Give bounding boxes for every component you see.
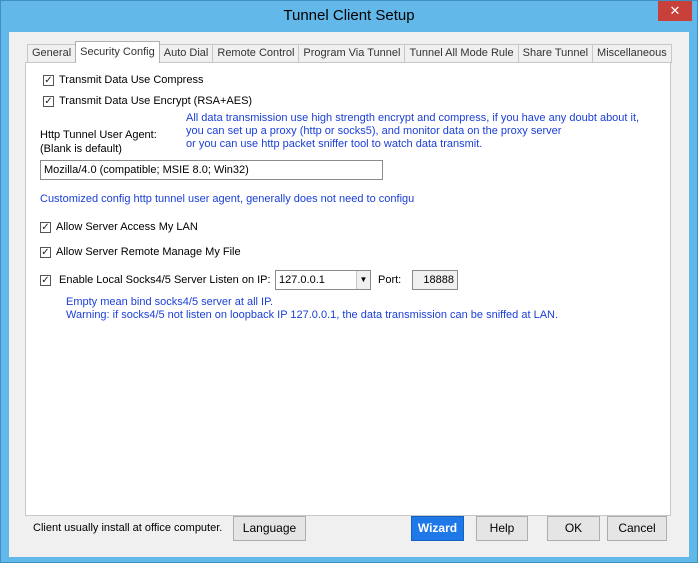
tab-general[interactable]: General	[27, 44, 77, 63]
close-button[interactable]: ✕	[658, 1, 692, 21]
tab-share-tunnel[interactable]: Share Tunnel	[517, 44, 594, 63]
tab-security-config[interactable]: Security Config	[75, 41, 160, 63]
port-label: Port:	[378, 274, 402, 286]
title-bar[interactable]: Tunnel Client Setup ✕	[1, 1, 697, 32]
help-button[interactable]: Help	[476, 516, 528, 541]
info-line-2: you can set up a proxy (http or socks5),…	[186, 125, 562, 137]
allow-manage-label: Allow Server Remote Manage My File	[56, 246, 241, 258]
tab-auto-dial[interactable]: Auto Dial	[158, 44, 214, 63]
info-line-1: All data transmission use high strength …	[186, 112, 640, 124]
ok-button[interactable]: OK	[547, 516, 600, 541]
security-config-panel: Transmit Data Use Compress Transmit Data…	[25, 62, 671, 516]
compress-checkbox[interactable]	[43, 75, 54, 86]
language-button[interactable]: Language	[233, 516, 306, 541]
tab-miscellaneous[interactable]: Miscellaneous	[592, 44, 672, 63]
agent-hint: Customized config http tunnel user agent…	[40, 193, 415, 205]
close-icon: ✕	[669, 3, 681, 18]
info-line-3: or you can use http packet sniffer tool …	[186, 138, 483, 150]
allow-lan-checkbox[interactable]	[40, 222, 51, 233]
cancel-button[interactable]: Cancel	[607, 516, 667, 541]
agent-label-line-2: (Blank is default)	[40, 143, 122, 155]
socks-checkbox[interactable]	[40, 275, 51, 286]
socks-label: Enable Local Socks4/5 Server Listen on I…	[59, 274, 271, 286]
tab-strip: General Security Config Auto Dial Remote…	[27, 41, 672, 63]
agent-label-line-1: Http Tunnel User Agent:	[40, 129, 157, 141]
socks-note-2: Warning: if socks4/5 not listen on loopb…	[66, 309, 559, 321]
wizard-button[interactable]: Wizard	[411, 516, 464, 541]
chevron-down-icon[interactable]: ▼	[356, 271, 370, 289]
socks-note-1: Empty mean bind socks4/5 server at all I…	[66, 296, 274, 308]
allow-lan-label: Allow Server Access My LAN	[56, 221, 198, 233]
dialog-client: General Security Config Auto Dial Remote…	[9, 32, 689, 557]
app-window: Tunnel Client Setup ✕ General Security C…	[0, 0, 698, 563]
allow-manage-checkbox[interactable]	[40, 247, 51, 258]
encrypt-checkbox[interactable]	[43, 96, 54, 107]
tab-remote-control[interactable]: Remote Control	[212, 44, 300, 63]
window-title: Tunnel Client Setup	[283, 7, 415, 24]
tab-tunnel-all-mode-rule[interactable]: Tunnel All Mode Rule	[404, 44, 519, 63]
socks-ip-value: 127.0.0.1	[279, 274, 325, 286]
encrypt-label: Transmit Data Use Encrypt (RSA+AES)	[59, 95, 253, 107]
footer-note: Client usually install at office compute…	[33, 522, 223, 534]
socks-ip-combo[interactable]: 127.0.0.1 ▼	[275, 270, 371, 290]
compress-label: Transmit Data Use Compress	[59, 74, 204, 86]
user-agent-input[interactable]: Mozilla/4.0 (compatible; MSIE 8.0; Win32…	[40, 160, 383, 180]
tab-program-via-tunnel[interactable]: Program Via Tunnel	[298, 44, 406, 63]
port-input[interactable]: 18888	[412, 270, 458, 290]
